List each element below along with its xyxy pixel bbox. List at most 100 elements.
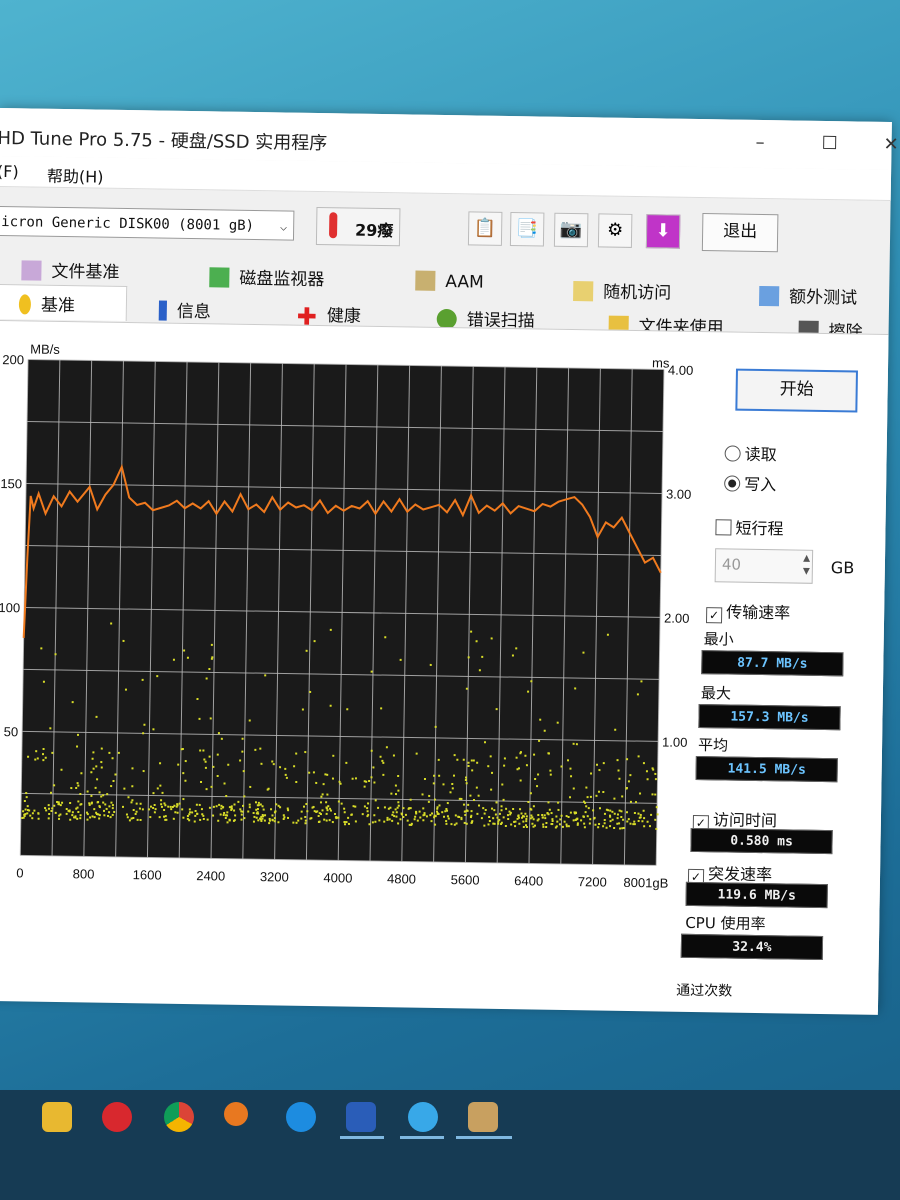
access-time-point [467, 656, 470, 659]
app-icon[interactable] [346, 1102, 376, 1132]
access-time-point [92, 751, 95, 754]
access-time-point [475, 786, 478, 789]
maximize-button[interactable]: ☐ [821, 133, 837, 154]
access-time-point [240, 818, 243, 821]
tab-file-benchmark[interactable]: 文件基准 [21, 256, 120, 283]
access-time-point [182, 798, 185, 801]
save-button[interactable]: ⬇ [645, 214, 681, 249]
extra-tests-icon [758, 285, 780, 307]
access-time-point [538, 739, 541, 742]
y-tick-right: 4.00 [668, 363, 694, 378]
access-time-point [402, 807, 405, 810]
access-time-point [271, 760, 274, 763]
access-time-point [279, 806, 282, 809]
hdtune-icon[interactable] [468, 1102, 498, 1132]
access-time-point [224, 816, 227, 819]
access-time-point [545, 821, 548, 824]
access-time-point [323, 818, 326, 821]
tab-benchmark[interactable]: 基准 [18, 290, 75, 316]
screenshot-button[interactable]: 📷 [553, 212, 589, 248]
access-time-point [153, 811, 156, 814]
access-time-point [33, 809, 36, 812]
access-time-point [48, 812, 51, 816]
access-time-point [654, 818, 657, 821]
access-time-point [347, 822, 350, 825]
access-time-point [572, 742, 575, 745]
access-time-point [108, 811, 111, 814]
access-time-point [217, 732, 220, 735]
access-time-point [241, 810, 244, 813]
read-radio[interactable]: 读取 [724, 440, 777, 465]
chrome-icon[interactable] [164, 1102, 194, 1132]
spinner-arrows-icon[interactable]: ▲ ▼ [803, 553, 810, 579]
access-time-point [503, 764, 506, 767]
access-time-point [264, 674, 267, 677]
access-time-point [569, 767, 572, 770]
access-time-point [515, 756, 518, 759]
menu-file[interactable]: (F) [0, 162, 19, 181]
access-time-point [531, 816, 534, 819]
tab-info[interactable]: 信息 [158, 297, 211, 322]
access-time-point [436, 813, 439, 816]
tab-aam[interactable]: AAM [415, 270, 484, 293]
access-time-point [90, 771, 93, 774]
tab-random-access[interactable]: 随机访问 [573, 277, 671, 304]
access-time-point [530, 680, 533, 683]
access-time-point [549, 773, 552, 776]
search-tool-icon[interactable] [224, 1102, 248, 1126]
access-time-point [94, 786, 97, 789]
minimize-button[interactable]: – [755, 132, 764, 153]
access-time-point [279, 766, 282, 769]
access-time-point [524, 754, 527, 757]
access-time-point [254, 748, 257, 751]
access-time-point [445, 820, 448, 823]
maxthon-icon[interactable] [408, 1102, 438, 1132]
tab-extra-tests[interactable]: 额外测试 [758, 282, 857, 308]
access-time-point [205, 788, 208, 791]
close-button[interactable]: ✕ [883, 134, 898, 155]
exit-button[interactable]: 退出 [701, 213, 779, 253]
access-time-point [541, 813, 544, 817]
short-stroke-checkbox[interactable]: 短行程 [715, 514, 784, 539]
copy-all-button[interactable]: 📑 [509, 212, 545, 247]
access-time-point [521, 815, 525, 818]
cpu-usage-label: CPU 使用率 [685, 913, 766, 934]
menu-help[interactable]: 帮助(H) [47, 163, 104, 188]
active-indicator [340, 1136, 384, 1139]
access-time-point [198, 717, 201, 720]
access-time-point [622, 827, 625, 830]
access-time-point [397, 804, 400, 807]
tab-disk-monitor[interactable]: 磁盘监视器 [209, 263, 324, 290]
access-time-point [542, 825, 545, 828]
short-stroke-spinner[interactable]: 40 ▲ ▼ [714, 548, 814, 584]
file-explorer-icon[interactable] [42, 1102, 72, 1132]
access-time-point [548, 808, 551, 811]
netease-music-icon[interactable] [102, 1102, 132, 1132]
access-time-point [306, 810, 309, 813]
copy-info-button[interactable]: 📋 [467, 211, 503, 246]
access-time-point [636, 693, 639, 696]
transfer-rate-checkbox[interactable]: ✓ 传输速率 [705, 598, 790, 624]
access-time-point [255, 812, 258, 815]
access-time-point [446, 809, 449, 812]
drive-select[interactable]: icron Generic DISK00 (8001 gB) ⌵ [0, 205, 295, 241]
access-time-point [329, 628, 332, 631]
access-time-point [395, 811, 398, 814]
access-time-point [547, 752, 550, 755]
access-time-point [143, 723, 146, 726]
options-button[interactable]: ⚙ [597, 213, 633, 248]
access-time-point [527, 800, 530, 803]
short-stroke-label: 短行程 [735, 518, 784, 539]
access-time-point [70, 787, 73, 790]
access-time-point [470, 821, 474, 824]
benchmark-panel: MB/s ms 200 150 100 50 4.00 3.00 2.00 1.00 0 800 160… [0, 319, 889, 1015]
access-time-point [519, 779, 522, 782]
access-time-point [171, 805, 174, 808]
access-time-point [61, 801, 64, 804]
start-button[interactable]: 开始 [735, 368, 858, 413]
edge-icon[interactable] [286, 1102, 316, 1132]
write-radio[interactable]: 写入 [724, 470, 776, 495]
access-time-point [273, 820, 276, 823]
access-time-point [222, 806, 225, 809]
access-time-point [242, 770, 245, 773]
